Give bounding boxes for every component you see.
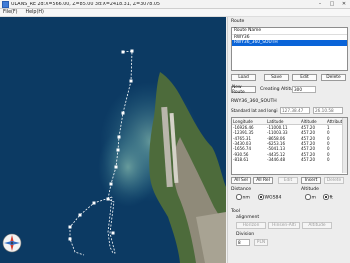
edit-route-button[interactable]: Edit [292, 74, 317, 81]
menu-bar: File(F) Help(H) [0, 9, 350, 17]
edit-waypoint-button[interactable]: Edit [278, 177, 298, 184]
app-icon [2, 0, 9, 8]
save-button[interactable]: Save [264, 74, 289, 81]
all-release-button[interactable]: All Rel [253, 177, 273, 184]
altitude-ft-radio[interactable] [323, 194, 329, 200]
waypoint-marker [68, 237, 72, 241]
waypoint-marker [116, 148, 120, 152]
altitude-ft-label: ft [329, 195, 333, 201]
alignment-label: alignment [236, 215, 260, 220]
minimize-button[interactable]: – [314, 0, 326, 8]
current-route-name: RWY36_360_SOUTH [231, 99, 277, 104]
waypoint-marker [106, 197, 110, 201]
cell-latitude: -3446.48 [267, 156, 285, 162]
compass-icon [2, 233, 22, 253]
waypoint-marker [121, 50, 125, 54]
division-label: Division [236, 232, 255, 237]
hinsen-alti-button[interactable]: Hinsen-Alti [268, 222, 300, 229]
tool-section-label: Tool [231, 209, 240, 214]
delete-route-button[interactable]: Delete [321, 74, 346, 81]
cell-longitude: -818.61 [233, 156, 249, 162]
maximize-button[interactable]: □ [326, 0, 338, 8]
delete-waypoint-button[interactable]: Delete [324, 177, 344, 184]
insert-waypoint-button[interactable]: Insert [301, 177, 321, 184]
all-select-button[interactable]: All Sel [231, 177, 251, 184]
altitude-m-label: m [311, 195, 316, 201]
altitude-align-button[interactable]: Altitude [302, 222, 332, 229]
waypoint-marker [78, 213, 82, 217]
waypoint-marker [130, 49, 134, 53]
new-route-button[interactable]: New Route [231, 85, 256, 95]
altitude-label: Altitude [301, 187, 319, 192]
waypoint-marker [114, 165, 118, 169]
waypoint-marker [121, 111, 125, 115]
distance-option-wgs84[interactable]: WGS84 [258, 194, 281, 200]
waypoint-marker [92, 201, 96, 205]
standard-latlong-label: Standard lat and longi [231, 108, 278, 113]
distance-nm-label: nm [242, 195, 250, 201]
waypoint-marker [129, 79, 133, 83]
table-row[interactable]: -818.61 -3446.48 457.20 0 [232, 157, 347, 162]
title-bar: ULANS_RE 2d:X=566.00, Z=85.00 3d:X=2418.… [0, 0, 350, 9]
altitude-m-radio[interactable] [305, 194, 311, 200]
waypoint-marker [111, 231, 115, 235]
waypoint-marker [117, 135, 121, 139]
route-section-label: Route [231, 19, 245, 24]
distance-wgs84-label: WGS84 [264, 195, 282, 201]
window-title: ULANS_RE 2d:X=566.00, Z=85.00 3d:X=2418.… [11, 1, 160, 7]
waypoint-table-scrollbar[interactable] [342, 118, 347, 173]
standard-long-input[interactable]: 26.10.58 [313, 107, 343, 114]
load-button[interactable]: Load [231, 74, 256, 81]
distance-label: Distance [231, 187, 252, 192]
horizon-button[interactable]: Horizon [236, 222, 266, 229]
cell-altitude: 457.20 [301, 156, 315, 162]
altitude-option-m[interactable]: m [305, 194, 316, 200]
satellite-map [0, 17, 226, 263]
division-apply-button[interactable]: PLN [254, 239, 268, 246]
distance-option-nm[interactable]: nm [236, 194, 250, 200]
close-button[interactable]: ✕ [338, 0, 350, 8]
standard-lat-input[interactable]: 127.38.47 [280, 107, 310, 114]
division-input[interactable]: 8 [236, 239, 250, 246]
distance-nm-radio[interactable] [236, 194, 242, 200]
altitude-option-ft[interactable]: ft [323, 194, 333, 200]
distance-wgs84-radio[interactable] [258, 194, 264, 200]
waypoint-marker [109, 182, 113, 186]
menu-file[interactable]: File(F) [3, 10, 18, 15]
route-list-item-rwy36-360-south[interactable]: RWY36_360_SOUTH [232, 40, 347, 46]
route-panel: Route Route Name RWY36 RWY36_360_SOUTH L… [227, 17, 350, 263]
waypoint-marker [68, 225, 72, 229]
shallow-water-west [98, 127, 158, 207]
waypoint-table[interactable]: Longitude Latitude Altitude Attributi -1… [231, 117, 348, 175]
route-list[interactable]: Route Name RWY36 RWY36_360_SOUTH [231, 27, 348, 71]
map-view[interactable] [0, 17, 226, 263]
menu-help[interactable]: Help(H) [26, 10, 44, 15]
creating-altitude-input[interactable]: 300 [292, 86, 316, 93]
